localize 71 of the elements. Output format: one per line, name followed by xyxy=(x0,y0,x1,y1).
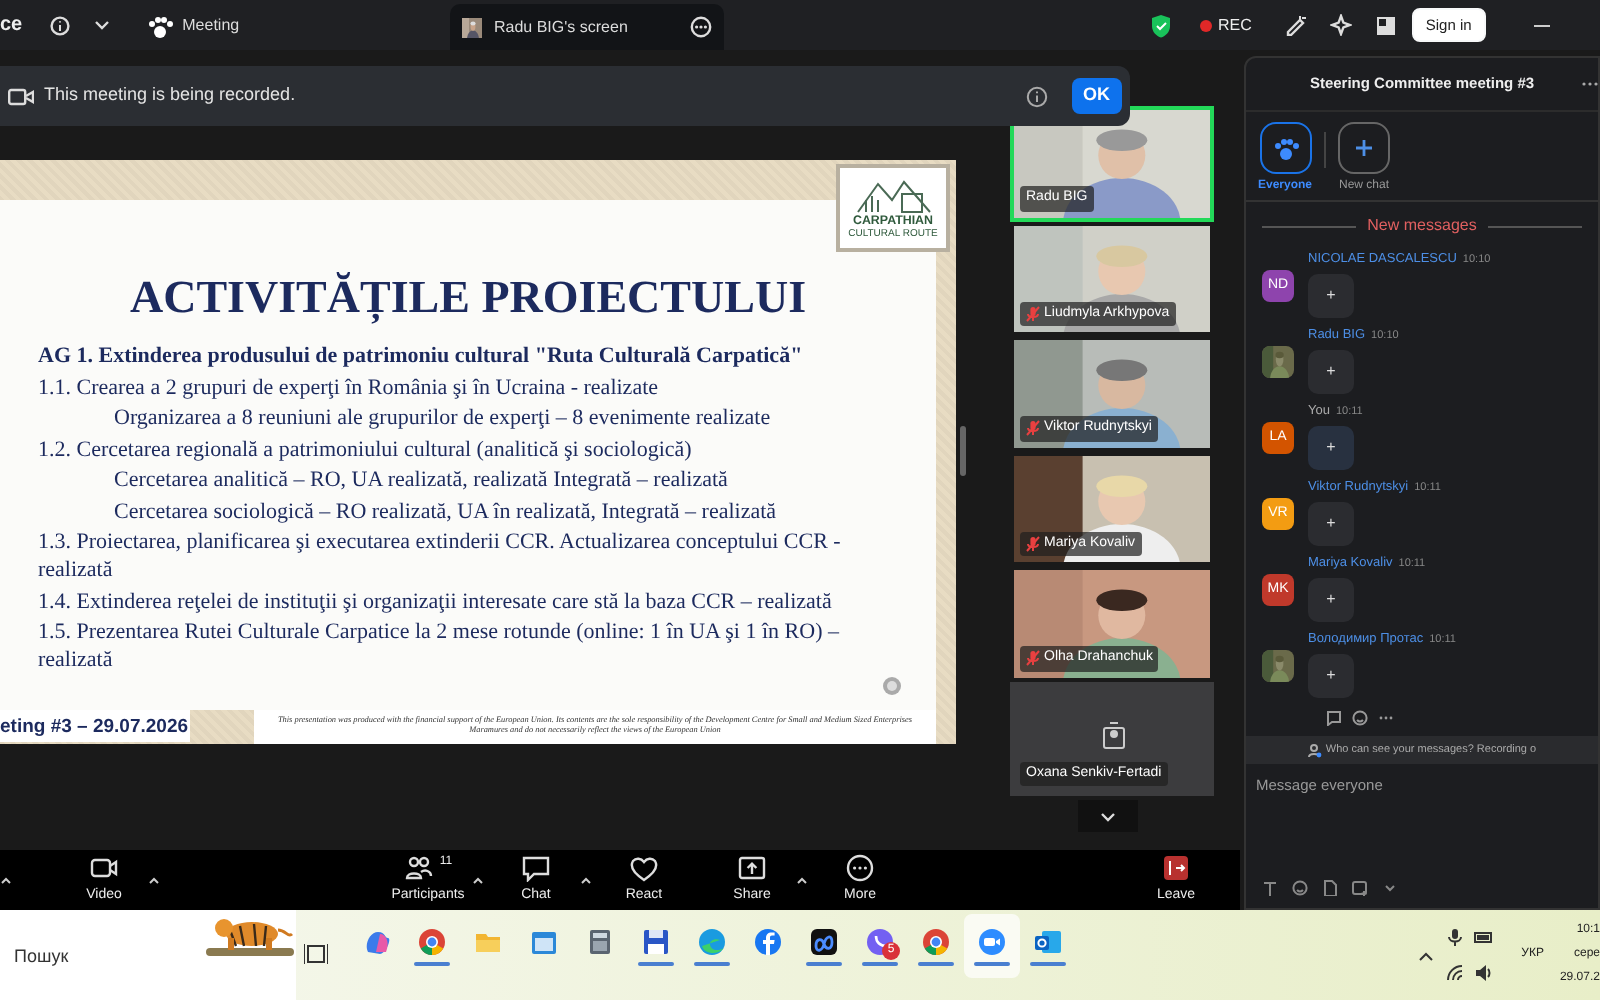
more-icon[interactable] xyxy=(1582,80,1598,88)
mail-icon xyxy=(1034,927,1062,955)
text-format-icon[interactable] xyxy=(1262,880,1278,896)
slide-text: 1.1. Crearea a 2 grupuri de experţi în România şi în Ucraina - realizate xyxy=(38,373,661,402)
more-icon xyxy=(844,853,876,882)
speaker-icon[interactable] xyxy=(1473,964,1492,982)
paw-icon xyxy=(146,13,175,37)
message-bubble: + xyxy=(1308,425,1354,470)
shield-icon[interactable] xyxy=(1150,13,1172,37)
video-icon xyxy=(88,853,120,882)
slide-text: Organizarea a 8 reuniuni ale grupurilor de experţi – 8 evenimente realizate xyxy=(112,404,773,433)
ok-button[interactable]: OK xyxy=(1071,78,1122,114)
more-icon[interactable] xyxy=(690,16,712,38)
minimize-icon[interactable] xyxy=(1533,21,1550,29)
user-icon xyxy=(1102,721,1126,749)
chevron-down-icon xyxy=(1100,811,1116,821)
scrollbar-thumb[interactable] xyxy=(960,426,966,476)
slide-text: 1.3. Proiectarea, planificarea şi executarea extinderii CCR. Actualizarea conceptului CCR - realizată xyxy=(38,528,843,585)
file-icon[interactable] xyxy=(1322,880,1338,896)
notice-text: This meeting is being recorded. xyxy=(44,82,296,109)
browser-icon xyxy=(698,927,726,955)
record-dot-icon xyxy=(1200,19,1212,31)
calendar-icon xyxy=(530,927,558,955)
message-bubble: + xyxy=(1308,653,1354,698)
slide-text: 1.4. Extinderea reţelei de instituţii şi organizaţii interesate care stă la baza CCR – realizată xyxy=(38,587,834,616)
share-icon xyxy=(736,853,768,882)
battery-icon[interactable] xyxy=(1473,928,1492,946)
video-camera-icon xyxy=(8,87,34,105)
slide-text: Cercetarea sociologică – RO realizată, UA în realizată, Integrată – realizată xyxy=(112,497,779,526)
sparkle-icon[interactable] xyxy=(1329,14,1352,36)
new-messages-label: New messages xyxy=(1367,214,1477,238)
calculator-icon xyxy=(586,927,614,955)
slide-text: Cercetarea analitică – RO, UA realizată, realizată Integrată – realizată xyxy=(112,466,730,495)
reply-icon[interactable] xyxy=(1326,710,1342,726)
pen-icon[interactable] xyxy=(1283,14,1306,36)
message-bubble: + xyxy=(1308,349,1354,394)
slide-title: ACTIVITĂȚILE PROIECTULUI xyxy=(127,272,809,323)
layout-icon[interactable] xyxy=(1375,15,1396,35)
rec-label: REC xyxy=(1218,13,1252,37)
screenshot-icon[interactable] xyxy=(1352,880,1368,896)
task-view-icon[interactable] xyxy=(304,942,328,966)
message-bubble: + xyxy=(1308,501,1354,546)
plus-icon xyxy=(1354,138,1375,158)
facebook-icon xyxy=(754,927,782,955)
video-app-icon xyxy=(978,927,1006,955)
chat-icon xyxy=(520,853,552,882)
leave-icon xyxy=(1162,853,1190,882)
window-title: ce xyxy=(0,12,23,40)
emoji-icon[interactable] xyxy=(1292,880,1308,896)
react-icon xyxy=(628,853,660,882)
microphone-icon[interactable] xyxy=(1445,928,1464,946)
chevron-down-icon[interactable] xyxy=(94,19,111,31)
person-icon xyxy=(1307,743,1322,757)
participants-icon xyxy=(403,853,436,882)
message-bubble: + xyxy=(1308,273,1354,318)
info-icon[interactable] xyxy=(1025,85,1047,107)
chevron-up-icon[interactable] xyxy=(1417,949,1434,961)
infinity-icon xyxy=(810,927,838,955)
wifi-icon[interactable] xyxy=(1445,964,1464,982)
people-icon xyxy=(1271,136,1299,160)
browser-icon xyxy=(418,927,446,955)
slide-heading: AG 1. Extinderea produsului de patrimoniu cultural "Ruta Culturală Carpatică" xyxy=(38,342,805,371)
slide-text: 1.5. Prezentarea Rutei Culturale Carpatice la 2 mese rotunde (online: 1 în UA şi 1 în RO) – realizată xyxy=(38,618,841,675)
slide-footer-date: eting #3 – 29.07.2026 xyxy=(0,710,190,742)
emoji-icon[interactable] xyxy=(1352,710,1368,726)
message-bubble: + xyxy=(1308,577,1354,622)
meeting-label: Meeting xyxy=(182,13,240,37)
search-field[interactable]: Пошук xyxy=(0,910,200,1000)
browser-icon xyxy=(922,927,950,955)
slide-text: 1.2. Cercetarea regională a patrimoniului cultural (analitică şi sociologică) xyxy=(38,435,694,464)
screen-share-tab[interactable]: Radu BIG's screen xyxy=(450,4,724,50)
